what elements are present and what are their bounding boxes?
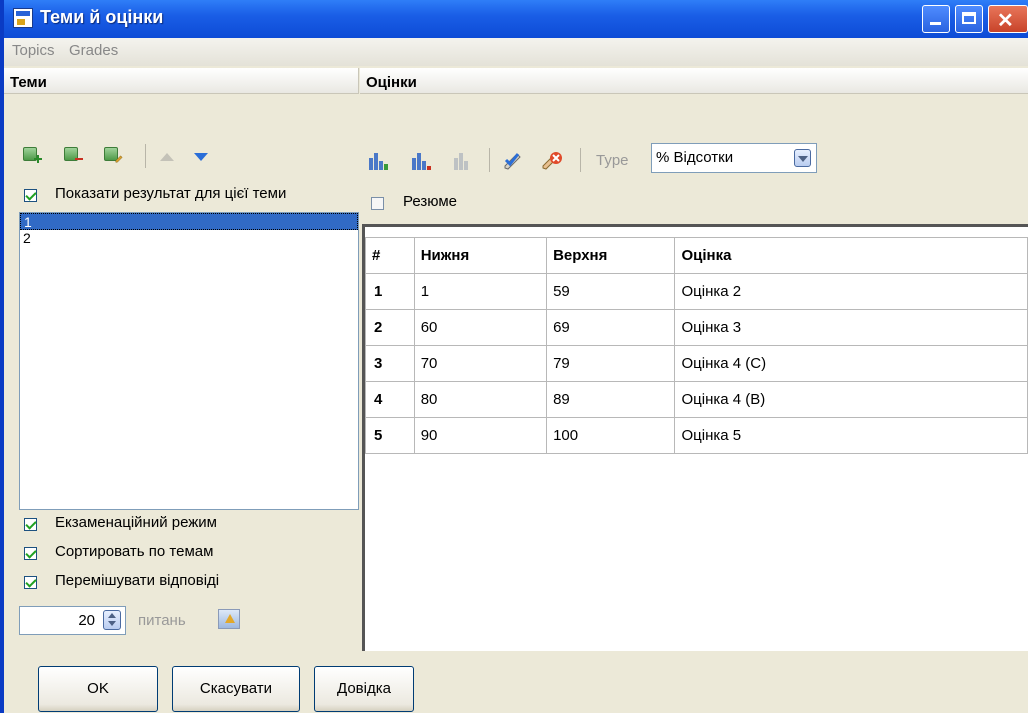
column-header[interactable]: Верхня xyxy=(546,237,676,274)
upper-cell[interactable]: 59 xyxy=(546,273,676,310)
topics-header: Теми xyxy=(4,68,359,94)
upper-cell[interactable]: 100 xyxy=(546,417,676,454)
menu-topics[interactable]: Topics xyxy=(12,42,55,59)
topics-grades-window: Теми й оцінки ✕ Topics Grades Теми Оцінк… xyxy=(0,0,1028,713)
lower-cell[interactable]: 90 xyxy=(413,417,548,454)
row-number: 3 xyxy=(365,345,415,382)
exam-mode-label: Екзаменаційний режим xyxy=(55,514,217,531)
type-select-value: % Відсотки xyxy=(656,149,734,166)
spin-updown-icon[interactable] xyxy=(103,610,121,630)
table-row[interactable]: 4 80 89 Оцінка 4 (B) xyxy=(365,381,1028,418)
lower-cell[interactable]: 60 xyxy=(413,309,548,346)
cancel-button[interactable]: Скасувати xyxy=(172,666,300,712)
move-up-icon[interactable] xyxy=(160,153,174,161)
resume-checkbox[interactable] xyxy=(371,197,384,210)
question-count-value[interactable]: 20 xyxy=(78,612,95,629)
add-grade-icon[interactable] xyxy=(369,152,389,170)
row-number: 2 xyxy=(365,309,415,346)
table-header-row: # Нижня Верхня Оцінка xyxy=(365,237,1028,274)
clear-grades-icon[interactable] xyxy=(540,150,564,172)
row-number: 1 xyxy=(365,273,415,310)
show-result-label: Показати результат для цієї теми xyxy=(55,185,287,202)
table-row[interactable]: 3 70 79 Оцінка 4 (C) xyxy=(365,345,1028,382)
add-topic-icon[interactable] xyxy=(22,146,42,166)
upper-cell[interactable]: 79 xyxy=(546,345,676,382)
apply-count-icon[interactable] xyxy=(218,609,240,629)
remove-grade-icon[interactable] xyxy=(412,152,432,170)
grade-cell[interactable]: Оцінка 4 (B) xyxy=(674,381,1028,418)
title-bar[interactable]: Теми й оцінки ✕ xyxy=(0,0,1028,38)
minimize-button[interactable] xyxy=(922,5,950,33)
show-result-checkbox[interactable] xyxy=(24,189,37,202)
remove-topic-icon[interactable] xyxy=(63,146,83,166)
close-icon: ✕ xyxy=(997,10,1014,32)
type-label: Type xyxy=(596,152,629,169)
resume-label: Резюме xyxy=(403,193,457,210)
column-header[interactable]: Оцінка xyxy=(674,237,1028,274)
window-title: Теми й оцінки xyxy=(40,7,164,27)
upper-cell[interactable]: 69 xyxy=(546,309,676,346)
close-button[interactable]: ✕ xyxy=(988,5,1028,33)
shuffle-answers-checkbox[interactable] xyxy=(24,576,37,589)
toolbar-separator xyxy=(145,144,146,168)
sort-by-topics-label: Сортировать по темам xyxy=(55,543,214,560)
ok-button[interactable]: OK xyxy=(38,666,158,712)
row-number: 4 xyxy=(365,381,415,418)
edit-grade-icon[interactable] xyxy=(454,152,474,170)
table-row[interactable]: 2 60 69 Оцінка 3 xyxy=(365,309,1028,346)
maximize-icon xyxy=(962,12,976,24)
move-down-icon[interactable] xyxy=(194,153,208,161)
topic-item-2[interactable]: 2 xyxy=(20,230,358,247)
topic-item-1[interactable]: 1 xyxy=(20,213,358,230)
help-button[interactable]: Довідка xyxy=(314,666,414,712)
sort-by-topics-checkbox[interactable] xyxy=(24,547,37,560)
question-count-stepper[interactable]: 20 xyxy=(19,606,126,635)
grades-header: Оцінки xyxy=(360,68,1028,94)
app-icon xyxy=(13,8,33,28)
upper-cell[interactable]: 89 xyxy=(546,381,676,418)
grade-cell[interactable]: Оцінка 3 xyxy=(674,309,1028,346)
shuffle-answers-label: Перемішувати відповіді xyxy=(55,572,220,589)
edit-topic-icon[interactable] xyxy=(103,146,123,166)
grades-grid[interactable]: # Нижня Верхня Оцінка 1 1 59 Оцінка 2 2 … xyxy=(362,224,1028,651)
exam-mode-checkbox[interactable] xyxy=(24,518,37,531)
menu-grades[interactable]: Grades xyxy=(69,42,118,59)
toolbar-separator xyxy=(489,148,490,172)
table-row[interactable]: 5 90 100 Оцінка 5 xyxy=(365,417,1028,454)
grade-cell[interactable]: Оцінка 5 xyxy=(674,417,1028,454)
window-border xyxy=(0,0,4,713)
lower-cell[interactable]: 1 xyxy=(413,273,548,310)
minimize-icon xyxy=(930,22,941,25)
column-header[interactable]: Нижня xyxy=(413,237,548,274)
row-number: 5 xyxy=(365,417,415,454)
questions-label: питань xyxy=(138,612,186,629)
topics-list[interactable]: 1 2 xyxy=(19,212,359,510)
column-header[interactable]: # xyxy=(365,237,415,274)
toolbar-separator xyxy=(580,148,581,172)
type-select[interactable]: % Відсотки xyxy=(651,143,817,173)
table-row[interactable]: 1 1 59 Оцінка 2 xyxy=(365,273,1028,310)
grade-cell[interactable]: Оцінка 4 (C) xyxy=(674,345,1028,382)
grades-table: # Нижня Верхня Оцінка 1 1 59 Оцінка 2 2 … xyxy=(365,237,1028,454)
chevron-down-icon[interactable] xyxy=(794,149,811,167)
lower-cell[interactable]: 80 xyxy=(413,381,548,418)
grade-cell[interactable]: Оцінка 2 xyxy=(674,273,1028,310)
menu-bar xyxy=(4,38,1028,66)
check-grades-icon[interactable] xyxy=(502,150,524,172)
lower-cell[interactable]: 70 xyxy=(413,345,548,382)
maximize-button[interactable] xyxy=(955,5,983,33)
